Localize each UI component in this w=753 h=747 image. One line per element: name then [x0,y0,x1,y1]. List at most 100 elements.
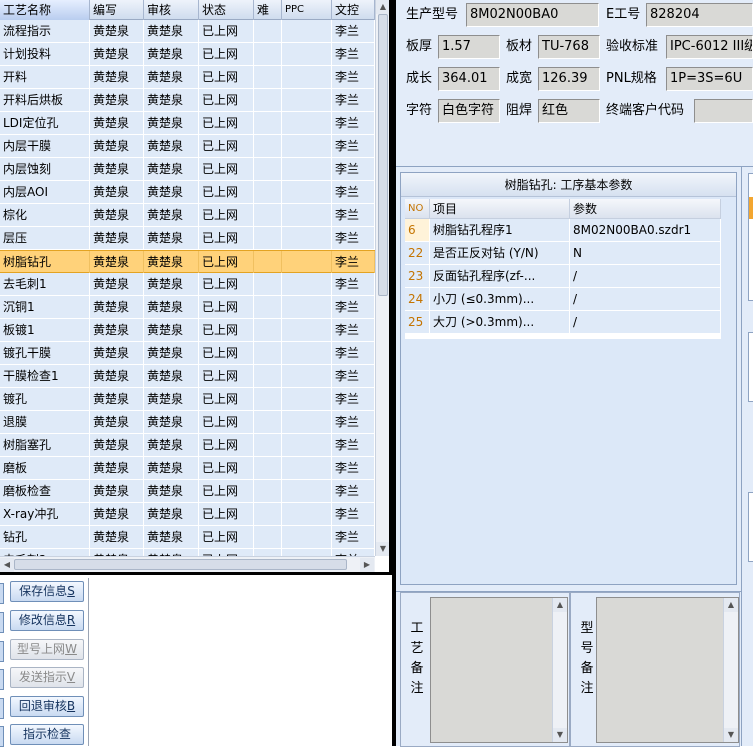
table-row[interactable]: 内层蚀刻 黄楚泉 黄楚泉 已上网 李兰 [0,158,375,181]
param-item-cell: 小刀 (≤0.3mm)... [430,288,570,310]
scroll-down-icon[interactable]: ▼ [553,728,567,742]
table-row[interactable]: 棕化 黄楚泉 黄楚泉 已上网 李兰 [0,204,375,227]
table-row[interactable]: 板镀1 黄楚泉 黄楚泉 已上网 李兰 [0,319,375,342]
process-name-cell: 镀孔干膜 [0,342,90,364]
reviewer-cell: 黄楚泉 [144,342,199,364]
grid-vertical-scroll-thumb[interactable] [378,14,388,296]
col-header-reviewer[interactable]: 审核 [144,0,199,20]
parameter-row[interactable]: 22 是否正反对钻 (Y/N) N [405,242,721,265]
writer-cell: 黄楚泉 [90,457,144,479]
controller-cell: 李兰 [332,503,375,525]
process-grid: 工艺名称 编写 审核 状态 难 PPC 文控 流程指示 黄楚泉 黄楚泉 已上网 李兰 计划… [0,0,392,575]
table-row[interactable]: 磨板 黄楚泉 黄楚泉 已上网 李兰 [0,457,375,480]
process-remark-scrollbar[interactable]: ▲ ▼ [552,598,567,742]
table-row[interactable]: 镀孔干膜 黄楚泉 黄楚泉 已上网 李兰 [0,342,375,365]
controller-cell: 李兰 [332,273,375,295]
difficulty-cell [254,20,282,42]
controller-cell: 李兰 [332,251,375,273]
send-instruction-button[interactable]: 发送指示V [10,667,84,688]
length-field[interactable]: 364.01 [438,67,500,91]
ppc-cell [282,251,332,273]
grid-horizontal-scrollbar[interactable]: ◀ ▶ [0,556,375,572]
table-row[interactable]: 干膜检查1 黄楚泉 黄楚泉 已上网 李兰 [0,365,375,388]
scroll-left-icon[interactable]: ◀ [0,558,14,572]
scroll-up-icon[interactable]: ▲ [553,598,567,612]
solder-mask-field[interactable]: 红色 [538,99,600,123]
reviewer-cell: 黄楚泉 [144,411,199,433]
character-field[interactable]: 白色字符 [438,99,500,123]
instruction-check-button[interactable]: 指示检查 [10,724,84,745]
ppc-cell [282,388,332,410]
table-row[interactable]: X-ray冲孔 黄楚泉 黄楚泉 已上网 李兰 [0,503,375,526]
table-row[interactable]: 流程指示 黄楚泉 黄楚泉 已上网 李兰 [0,20,375,43]
customer-code-field[interactable] [694,99,753,123]
controller-cell: 李兰 [332,319,375,341]
scroll-down-icon[interactable]: ▼ [376,542,389,556]
table-row[interactable]: 镀孔 黄楚泉 黄楚泉 已上网 李兰 [0,388,375,411]
scroll-up-icon[interactable]: ▲ [724,598,738,612]
scroll-up-icon[interactable]: ▲ [376,0,389,14]
col-header-writer[interactable]: 编写 [90,0,144,20]
parameter-row[interactable]: 6 树脂钻孔程序1 8M02N00BA0.szdr1 [405,219,721,242]
table-row[interactable]: 内层干膜 黄楚泉 黄楚泉 已上网 李兰 [0,135,375,158]
scroll-down-icon[interactable]: ▼ [724,728,738,742]
table-row[interactable]: 树脂塞孔 黄楚泉 黄楚泉 已上网 李兰 [0,434,375,457]
model-online-button[interactable]: 型号上网W [10,639,84,660]
table-row[interactable]: 内层AOI 黄楚泉 黄楚泉 已上网 李兰 [0,181,375,204]
modify-info-button[interactable]: 修改信息R [10,610,84,631]
col-header-ppc[interactable]: PPC [282,0,332,20]
material-field[interactable]: TU-768 [538,35,600,59]
parameter-rows: 6 树脂钻孔程序1 8M02N00BA0.szdr1 22 是否正反对钻 (Y/N) N 2… [405,219,721,339]
col-header-status[interactable]: 状态 [199,0,254,20]
parameter-row[interactable]: 23 反面钻孔程序(zf-... / [405,265,721,288]
scroll-right-icon[interactable]: ▶ [360,558,374,572]
difficulty-cell [254,181,282,203]
table-row[interactable]: 层压 黄楚泉 黄楚泉 已上网 李兰 [0,227,375,250]
table-row[interactable]: 计划投料 黄楚泉 黄楚泉 已上网 李兰 [0,43,375,66]
col-header-difficulty[interactable]: 难 [254,0,282,20]
save-info-button[interactable]: 保存信息S [10,581,84,602]
table-row[interactable]: 沉铜1 黄楚泉 黄楚泉 已上网 李兰 [0,296,375,319]
width-field[interactable]: 126.39 [538,67,600,91]
table-row[interactable]: 退膜 黄楚泉 黄楚泉 已上网 李兰 [0,411,375,434]
rollback-review-button[interactable]: 回退审核B [10,696,84,717]
parameter-row[interactable]: 24 小刀 (≤0.3mm)... / [405,288,721,311]
controller-cell: 李兰 [332,204,375,226]
param-col-item[interactable]: 项目 [430,199,570,219]
reviewer-cell: 黄楚泉 [144,319,199,341]
difficulty-cell [254,503,282,525]
table-row[interactable]: 开料后烘板 黄楚泉 黄楚泉 已上网 李兰 [0,89,375,112]
standard-field[interactable]: IPC-6012 III级 [666,35,753,59]
difficulty-cell [254,296,282,318]
model-label: 生产型号 [406,7,459,22]
col-header-controller[interactable]: 文控 [332,0,375,20]
table-row[interactable]: 去毛刺1 黄楚泉 黄楚泉 已上网 李兰 [0,273,375,296]
param-col-value[interactable]: 参数 [570,199,721,219]
writer-cell: 黄楚泉 [90,66,144,88]
grid-vertical-scrollbar[interactable]: ▲ ▼ [375,0,389,556]
writer-cell: 黄楚泉 [90,296,144,318]
reviewer-cell: 黄楚泉 [144,43,199,65]
table-row[interactable]: 磨板检查 黄楚泉 黄楚泉 已上网 李兰 [0,480,375,503]
pnl-field[interactable]: 1P=3S=6U [666,67,753,91]
grid-horizontal-scroll-thumb[interactable] [14,559,347,570]
thickness-field[interactable]: 1.57 [438,35,500,59]
difficulty-cell [254,434,282,456]
parameter-row[interactable]: 25 大刀 (>0.3mm)... / [405,311,721,334]
edge-frame [748,173,753,301]
model-field[interactable]: 8M02N00BA0 [466,3,599,27]
table-row[interactable]: 去毛刺2黄楚泉黄楚泉已上网李兰 [0,549,375,556]
process-remark-textarea[interactable]: ▲ ▼ [430,597,568,743]
table-row[interactable]: 开料 黄楚泉 黄楚泉 已上网 李兰 [0,66,375,89]
button-edge [0,583,4,604]
model-remark-textarea[interactable]: ▲ ▼ [596,597,739,743]
table-row[interactable]: 树脂钻孔 黄楚泉 黄楚泉 已上网 李兰 [0,250,375,273]
table-row[interactable]: 钻孔 黄楚泉 黄楚泉 已上网 李兰 [0,526,375,549]
param-col-no[interactable]: NO [405,199,430,219]
table-row[interactable]: LDI定位孔 黄楚泉 黄楚泉 已上网 李兰 [0,112,375,135]
ppc-cell [282,158,332,180]
model-remark-scrollbar[interactable]: ▲ ▼ [723,598,738,742]
col-header-process-name[interactable]: 工艺名称 [0,0,90,20]
controller-cell: 李兰 [332,20,375,42]
eno-field[interactable]: 828204 [646,3,753,27]
